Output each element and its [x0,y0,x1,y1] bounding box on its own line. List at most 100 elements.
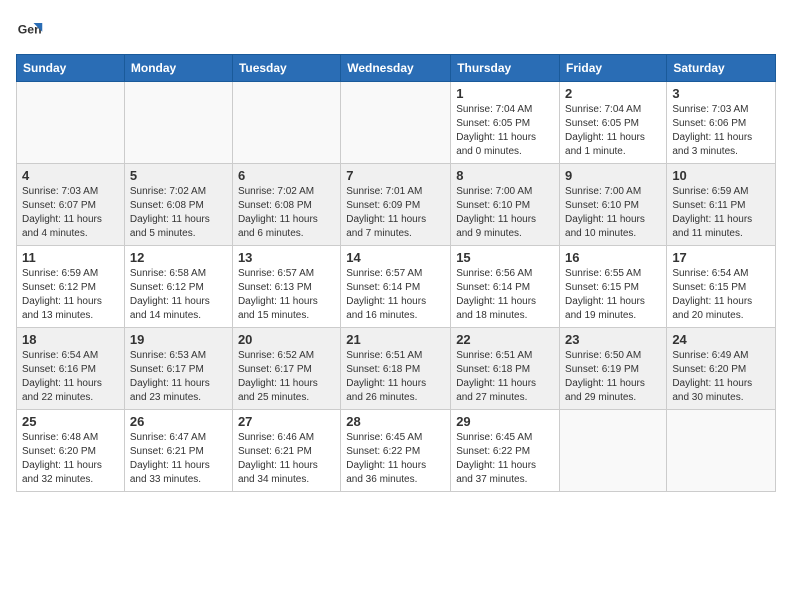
calendar-cell: 26 Sunrise: 6:47 AM Sunset: 6:21 PM Dayli… [124,410,232,492]
day-info: Sunrise: 6:56 AM Sunset: 6:14 PM Dayligh… [456,267,554,323]
day-number: 27 [238,414,335,429]
day-number: 29 [456,414,554,429]
day-info: Sunrise: 6:51 AM Sunset: 6:18 PM Dayligh… [456,349,554,405]
day-info: Sunrise: 6:57 AM Sunset: 6:13 PM Dayligh… [238,267,335,323]
day-number: 1 [456,86,554,101]
calendar-cell: 3Sunrise: 7:03 AM Sunset: 6:06 PM Daylig… [667,82,776,164]
calendar-cell: 19 Sunrise: 6:53 AM Sunset: 6:17 PM Dayli… [124,328,232,410]
day-number: 11 [22,250,119,265]
day-number: 4 [22,168,119,183]
day-info: Sunrise: 6:53 AM Sunset: 6:17 PM Dayligh… [130,349,227,405]
calendar-cell: 17 Sunrise: 6:54 AM Sunset: 6:15 PM Dayli… [667,246,776,328]
col-header-tuesday: Tuesday [232,55,340,82]
calendar-cell: 21 Sunrise: 6:51 AM Sunset: 6:18 PM Dayli… [341,328,451,410]
calendar-cell: 6 Sunrise: 7:02 AM Sunset: 6:08 PM Daylig… [232,164,340,246]
day-info: Sunrise: 6:47 AM Sunset: 6:21 PM Dayligh… [130,431,227,487]
calendar-cell: 24 Sunrise: 6:49 AM Sunset: 6:20 PM Dayli… [667,328,776,410]
calendar-cell [341,82,451,164]
col-header-monday: Monday [124,55,232,82]
day-number: 10 [672,168,770,183]
day-number: 17 [672,250,770,265]
day-number: 8 [456,168,554,183]
day-info: Sunrise: 7:02 AM Sunset: 6:08 PM Dayligh… [130,185,227,241]
calendar-cell: 2 Sunrise: 7:04 AM Sunset: 6:05 PM Daylig… [560,82,667,164]
calendar-cell: 27 Sunrise: 6:46 AM Sunset: 6:21 PM Dayli… [232,410,340,492]
day-number: 5 [130,168,227,183]
calendar-cell [560,410,667,492]
day-info: Sunrise: 6:59 AM Sunset: 6:11 PM Dayligh… [672,185,770,241]
day-info: Sunrise: 6:51 AM Sunset: 6:18 PM Dayligh… [346,349,445,405]
day-number: 9 [565,168,661,183]
logo: Gen [16,16,48,44]
page-header: Gen [16,16,776,44]
calendar-cell: 12 Sunrise: 6:58 AM Sunset: 6:12 PM Dayli… [124,246,232,328]
day-number: 12 [130,250,227,265]
day-info: Sunrise: 7:04 AM Sunset: 6:05 PM Dayligh… [565,103,661,159]
day-number: 22 [456,332,554,347]
calendar-cell [124,82,232,164]
calendar-cell: 16 Sunrise: 6:55 AM Sunset: 6:15 PM Dayli… [560,246,667,328]
day-number: 2 [565,86,661,101]
day-number: 28 [346,414,445,429]
day-info: Sunrise: 6:48 AM Sunset: 6:20 PM Dayligh… [22,431,119,487]
day-info: Sunrise: 6:57 AM Sunset: 6:14 PM Dayligh… [346,267,445,323]
day-info: Sunrise: 7:04 AM Sunset: 6:05 PM Dayligh… [456,103,554,159]
calendar-header-row: SundayMondayTuesdayWednesdayThursdayFrid… [17,55,776,82]
col-header-wednesday: Wednesday [341,55,451,82]
calendar-week-row: 18 Sunrise: 6:54 AM Sunset: 6:16 PM Dayli… [17,328,776,410]
calendar-cell: 8 Sunrise: 7:00 AM Sunset: 6:10 PM Daylig… [451,164,560,246]
calendar-cell [232,82,340,164]
day-number: 16 [565,250,661,265]
day-number: 18 [22,332,119,347]
day-number: 26 [130,414,227,429]
day-number: 7 [346,168,445,183]
day-number: 20 [238,332,335,347]
col-header-friday: Friday [560,55,667,82]
calendar-cell: 11 Sunrise: 6:59 AM Sunset: 6:12 PM Dayli… [17,246,125,328]
day-info: Sunrise: 6:55 AM Sunset: 6:15 PM Dayligh… [565,267,661,323]
calendar-cell: 10 Sunrise: 6:59 AM Sunset: 6:11 PM Dayli… [667,164,776,246]
calendar-cell: 23Sunrise: 6:50 AM Sunset: 6:19 PM Dayli… [560,328,667,410]
calendar-cell [17,82,125,164]
day-info: Sunrise: 7:01 AM Sunset: 6:09 PM Dayligh… [346,185,445,241]
day-number: 6 [238,168,335,183]
day-info: Sunrise: 7:00 AM Sunset: 6:10 PM Dayligh… [456,185,554,241]
day-info: Sunrise: 6:49 AM Sunset: 6:20 PM Dayligh… [672,349,770,405]
calendar-cell: 9 Sunrise: 7:00 AM Sunset: 6:10 PM Daylig… [560,164,667,246]
day-info: Sunrise: 7:00 AM Sunset: 6:10 PM Dayligh… [565,185,661,241]
day-info: Sunrise: 7:03 AM Sunset: 6:07 PM Dayligh… [22,185,119,241]
day-info: Sunrise: 6:58 AM Sunset: 6:12 PM Dayligh… [130,267,227,323]
calendar-cell: 7 Sunrise: 7:01 AM Sunset: 6:09 PM Daylig… [341,164,451,246]
calendar-cell: 14Sunrise: 6:57 AM Sunset: 6:14 PM Dayli… [341,246,451,328]
day-number: 25 [22,414,119,429]
day-info: Sunrise: 6:59 AM Sunset: 6:12 PM Dayligh… [22,267,119,323]
day-number: 24 [672,332,770,347]
calendar-week-row: 25 Sunrise: 6:48 AM Sunset: 6:20 PM Dayli… [17,410,776,492]
col-header-saturday: Saturday [667,55,776,82]
calendar-cell [667,410,776,492]
calendar-cell: 13 Sunrise: 6:57 AM Sunset: 6:13 PM Dayli… [232,246,340,328]
day-info: Sunrise: 7:02 AM Sunset: 6:08 PM Dayligh… [238,185,335,241]
day-info: Sunrise: 6:54 AM Sunset: 6:15 PM Dayligh… [672,267,770,323]
calendar-cell: 4 Sunrise: 7:03 AM Sunset: 6:07 PM Daylig… [17,164,125,246]
calendar-cell: 29 Sunrise: 6:45 AM Sunset: 6:22 PM Dayli… [451,410,560,492]
calendar-cell: 22 Sunrise: 6:51 AM Sunset: 6:18 PM Dayli… [451,328,560,410]
day-info: Sunrise: 6:54 AM Sunset: 6:16 PM Dayligh… [22,349,119,405]
calendar-cell: 20Sunrise: 6:52 AM Sunset: 6:17 PM Dayli… [232,328,340,410]
day-info: Sunrise: 6:45 AM Sunset: 6:22 PM Dayligh… [456,431,554,487]
day-number: 15 [456,250,554,265]
calendar-week-row: 4 Sunrise: 7:03 AM Sunset: 6:07 PM Daylig… [17,164,776,246]
calendar-cell: 5 Sunrise: 7:02 AM Sunset: 6:08 PM Daylig… [124,164,232,246]
calendar-cell: 18 Sunrise: 6:54 AM Sunset: 6:16 PM Dayli… [17,328,125,410]
day-number: 3 [672,86,770,101]
day-info: Sunrise: 6:46 AM Sunset: 6:21 PM Dayligh… [238,431,335,487]
day-number: 13 [238,250,335,265]
day-number: 19 [130,332,227,347]
col-header-sunday: Sunday [17,55,125,82]
calendar-cell: 28Sunrise: 6:45 AM Sunset: 6:22 PM Dayli… [341,410,451,492]
calendar-table: SundayMondayTuesdayWednesdayThursdayFrid… [16,54,776,492]
day-number: 23 [565,332,661,347]
day-number: 21 [346,332,445,347]
col-header-thursday: Thursday [451,55,560,82]
calendar-cell: 25 Sunrise: 6:48 AM Sunset: 6:20 PM Dayli… [17,410,125,492]
